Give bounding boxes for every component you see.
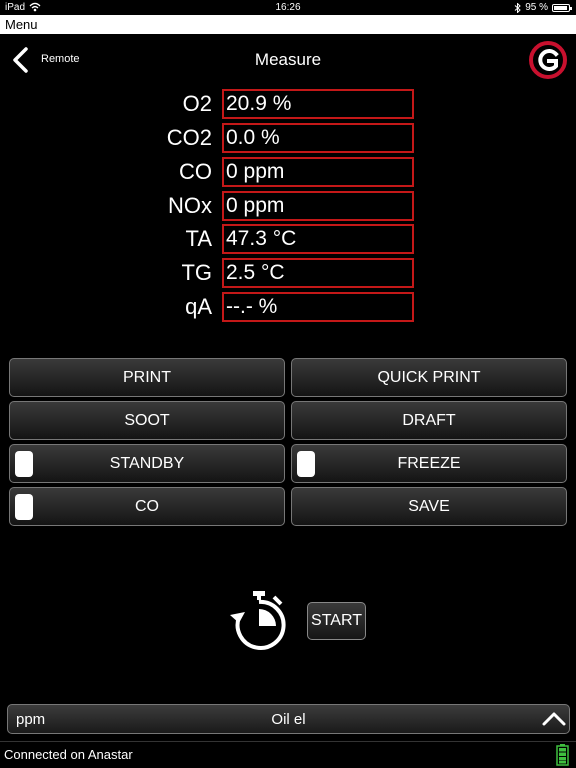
measurement-label: TG (181, 260, 212, 285)
battery-percent: 95 % (525, 2, 548, 13)
measurement-row-qa: qA --.- % (130, 292, 415, 322)
co-toggle-button[interactable]: CO (9, 487, 285, 526)
draft-button[interactable]: DRAFT (291, 401, 567, 440)
toggle-indicator (15, 451, 33, 477)
measurement-label: O2 (182, 91, 212, 116)
soot-button-label: SOOT (124, 411, 170, 429)
brand-logo (529, 41, 567, 79)
clock: 16:26 (275, 2, 301, 13)
connection-status-bar: Connected on Anastar (0, 741, 576, 768)
measurement-value: 20.9 % (222, 89, 414, 119)
measurement-label: NOx (168, 193, 212, 218)
toggle-indicator (297, 451, 315, 477)
freeze-button-label: FREEZE (397, 454, 461, 472)
toggle-indicator (15, 494, 33, 520)
freeze-toggle-button[interactable]: FREEZE (291, 444, 567, 483)
start-button[interactable]: START (307, 602, 366, 640)
measurement-row-tg: TG 2.5 °C (130, 258, 415, 288)
page-title: Measure (254, 50, 322, 69)
quick-print-button[interactable]: QUICK PRINT (291, 358, 567, 397)
standby-button-label: STANDBY (109, 454, 185, 472)
co-button-label: CO (135, 497, 159, 515)
save-button[interactable]: SAVE (291, 487, 567, 526)
quick-print-button-label: QUICK PRINT (377, 368, 481, 386)
connection-status: Connected on Anastar (4, 747, 133, 762)
measurement-value: 0.0 % (222, 123, 414, 153)
measurement-label: CO2 (166, 125, 212, 150)
print-button-label: PRINT (123, 368, 171, 386)
chevron-up-icon[interactable] (541, 707, 567, 731)
measurement-row-ta: TA 47.3 °C (130, 224, 415, 254)
measurement-value: 2.5 °C (222, 258, 414, 288)
measurement-row-o2: O2 20.9 % (130, 89, 415, 119)
measurement-label: TA (185, 226, 212, 251)
measurement-value: 0 ppm (222, 157, 414, 187)
measurement-value: 47.3 °C (222, 224, 414, 254)
standby-toggle-button[interactable]: STANDBY (9, 444, 285, 483)
measurement-value: 0 ppm (222, 191, 414, 221)
save-button-label: SAVE (408, 497, 450, 515)
fuel-selector-bar[interactable]: ppm Oil el (7, 704, 570, 734)
status-bar: iPad 16:26 95 % (0, 0, 576, 15)
start-button-label: START (311, 612, 362, 629)
bluetooth-icon (514, 2, 521, 13)
soot-button[interactable]: SOOT (9, 401, 285, 440)
menu-label[interactable]: Menu (5, 17, 38, 32)
measurement-row-co: CO 0 ppm (130, 157, 415, 187)
measurement-row-nox: NOx 0 ppm (130, 191, 415, 221)
measurement-row-co2: CO2 0.0 % (130, 123, 415, 153)
print-button[interactable]: PRINT (9, 358, 285, 397)
measurement-label: CO (179, 159, 212, 184)
device-battery-icon (556, 744, 569, 766)
measurement-value: --.- % (222, 292, 414, 322)
draft-button-label: DRAFT (402, 411, 456, 429)
battery-icon (552, 3, 572, 12)
menu-bar[interactable]: Menu (0, 15, 576, 34)
fuel-label[interactable]: Oil el (8, 711, 569, 728)
stopwatch-icon[interactable] (228, 590, 290, 652)
measurement-label: qA (185, 294, 212, 319)
